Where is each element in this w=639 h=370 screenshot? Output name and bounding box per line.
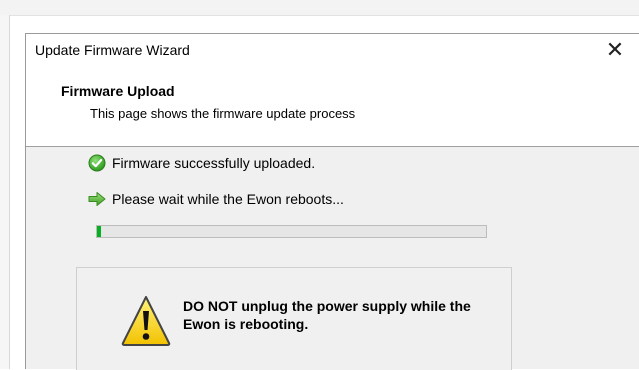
page-title: Firmware Upload	[61, 83, 175, 99]
status-reboot-row: Please wait while the Ewon reboots...	[88, 189, 344, 209]
check-circle-icon	[88, 154, 106, 172]
status-upload-row: Firmware successfully uploaded.	[88, 153, 315, 173]
status-reboot-text: Please wait while the Ewon reboots...	[112, 191, 344, 207]
background-window-edge	[0, 15, 10, 369]
close-button[interactable]: ✕	[601, 37, 629, 63]
warning-icon	[121, 295, 171, 347]
progress-fill	[97, 226, 101, 237]
window-title: Update Firmware Wizard	[35, 42, 190, 58]
background-window-header	[0, 0, 639, 16]
status-upload-text: Firmware successfully uploaded.	[112, 155, 316, 171]
arrow-right-icon	[88, 190, 106, 208]
reboot-progress-bar	[96, 225, 487, 238]
title-bar: Update Firmware Wizard ✕	[26, 34, 639, 66]
warning-box: DO NOT unplug the power supply while the…	[76, 267, 512, 370]
warning-text: DO NOT unplug the power supply while the…	[183, 298, 471, 332]
page-subtitle: This page shows the firmware update proc…	[90, 106, 356, 121]
wizard-header: Firmware Upload This page shows the firm…	[26, 66, 639, 147]
update-firmware-dialog: Update Firmware Wizard ✕ Firmware Upload…	[25, 33, 639, 370]
